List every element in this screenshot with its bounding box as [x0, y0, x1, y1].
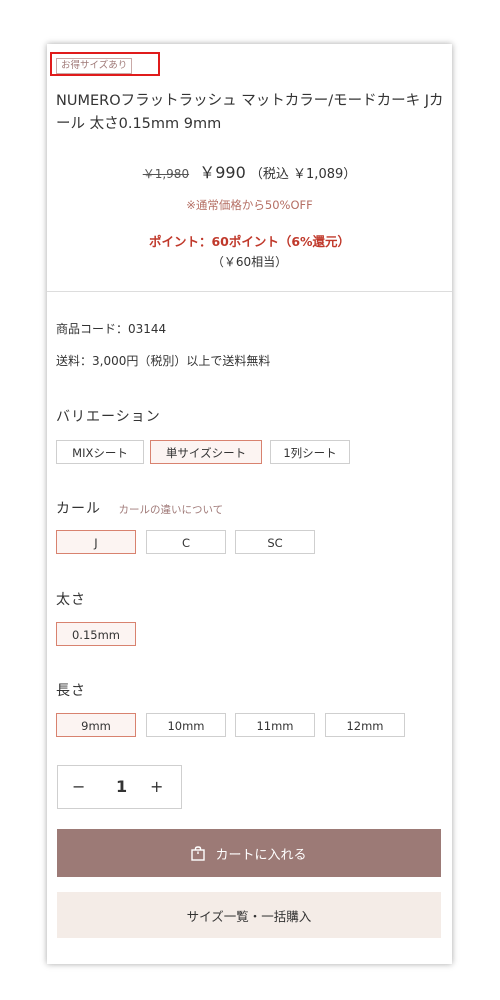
curl-difference-link[interactable]: カールの違いについて	[118, 504, 223, 516]
quantity-stepper: − 1 +	[57, 765, 182, 809]
thickness-label: 太さ	[56, 592, 86, 608]
curl-option-c[interactable]: C	[146, 530, 226, 554]
add-to-cart-button[interactable]: カートに入れる	[57, 829, 441, 877]
curl-label-row: カール カールの違いについて	[56, 498, 223, 518]
variation-option-mix[interactable]: MIXシート	[56, 440, 144, 464]
increment-button[interactable]: +	[150, 766, 163, 808]
original-price: ￥1,980	[142, 167, 190, 181]
product-card: お得サイズあり NUMEROフラットラッシュ マットカラー/モードカーキ Jカー…	[47, 44, 452, 964]
sale-price: ￥990	[199, 163, 246, 182]
length-label: 長さ	[56, 683, 86, 699]
length-option-10mm[interactable]: 10mm	[146, 713, 226, 737]
quantity-value[interactable]: 1	[116, 766, 127, 808]
curl-label: カール	[56, 501, 101, 517]
curl-option-j[interactable]: J	[56, 530, 136, 554]
price-with-tax: （税込 ￥1,089）	[249, 167, 357, 182]
length-option-9mm[interactable]: 9mm	[56, 713, 136, 737]
variation-option-single-row[interactable]: 1列シート	[270, 440, 350, 464]
shopping-bag-icon	[191, 845, 206, 861]
price-row: ￥1,980 ￥990 （税込 ￥1,089）	[47, 159, 452, 183]
size-list-label: サイズ一覧・一括購入	[186, 908, 312, 924]
curl-option-sc[interactable]: SC	[235, 530, 315, 554]
variation-option-single-size[interactable]: 単サイズシート	[150, 440, 262, 464]
thickness-option-015[interactable]: 0.15mm	[56, 622, 136, 646]
points-equivalent: （￥60相当）	[211, 255, 288, 269]
add-to-cart-label: カートに入れる	[215, 847, 307, 863]
product-title: NUMEROフラットラッシュ マットカラー/モードカーキ Jカール 太さ0.15…	[56, 93, 444, 132]
length-option-11mm[interactable]: 11mm	[235, 713, 315, 737]
decrement-button[interactable]: −	[72, 766, 85, 808]
deal-size-tag: お得サイズあり	[56, 58, 133, 74]
product-code: 商品コード：03144	[56, 322, 167, 336]
shipping-info: 送料：3,000円（税別）以上で送料無料	[56, 354, 271, 368]
size-list-bulk-button[interactable]: サイズ一覧・一括購入	[57, 892, 441, 938]
discount-note: ※通常価格から50%OFF	[186, 198, 313, 212]
points-text: ポイント：60ポイント（6%還元）	[148, 234, 351, 249]
section-divider	[47, 291, 452, 292]
length-option-12mm[interactable]: 12mm	[325, 713, 405, 737]
variation-label: バリエーション	[56, 409, 161, 425]
